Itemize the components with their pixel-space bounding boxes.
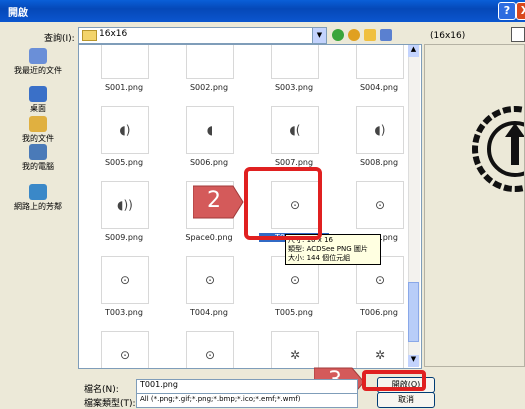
file-thumbnail[interactable] (186, 45, 234, 79)
file-thumbnail[interactable]: ◖( (271, 106, 319, 154)
tooltip-size: 大小: 144 個位元組 (288, 254, 351, 262)
file-thumbnail[interactable] (101, 45, 149, 79)
preview-image (472, 106, 525, 192)
file-thumbnail[interactable] (356, 45, 404, 79)
place-label: 網路上的芳鄰 (14, 202, 62, 211)
filetype-select[interactable]: All (*.png;*.gif;*.png;*.bmp;*.ico;*.emf… (136, 393, 358, 408)
file-name: S001.png (104, 83, 144, 92)
place-label: 我最近的文件 (14, 66, 62, 75)
window-title: 開啟 (8, 8, 28, 19)
filename-input[interactable]: T001.png (136, 379, 358, 394)
title-bar (0, 0, 525, 22)
filetype-label: 檔案類型(T): (84, 399, 136, 409)
lookin-dropdown[interactable]: 16x16 ▼ (78, 27, 327, 44)
tooltip-type: 類型: ACDSee PNG 圖片 (288, 245, 368, 253)
file-name: S007.png (274, 158, 314, 167)
place-item[interactable]: 我的文件 (2, 116, 74, 144)
file-thumbnail[interactable]: ⊙ (101, 331, 149, 368)
place-icon (29, 86, 47, 102)
filetype-value: All (*.png;*.gif;*.png;*.bmp;*.ico;*.emf… (140, 395, 301, 403)
file-name: T004.png (190, 308, 228, 317)
up-folder-icon[interactable] (348, 29, 360, 41)
back-icon[interactable] (332, 29, 344, 41)
file-name: S002.png (189, 83, 229, 92)
place-label: 我的電腦 (22, 162, 54, 171)
file-thumbnail[interactable]: ✲ (271, 331, 319, 368)
file-name: Space0.png (185, 233, 233, 242)
place-item[interactable]: 桌面 (2, 86, 74, 114)
places-bar: 我最近的文件 桌面我的文件我的電腦網路上的芳鄰 (2, 44, 74, 369)
help-button[interactable]: ? (498, 2, 516, 20)
place-icon (29, 116, 47, 132)
file-name: S006.png (189, 158, 229, 167)
file-thumbnail[interactable]: ◖) (101, 106, 149, 154)
file-thumbnail[interactable]: ⊙ (186, 256, 234, 304)
step2-callout: 2 (207, 188, 221, 213)
open-button-highlight (362, 370, 426, 391)
file-thumbnail[interactable]: ⊙ (356, 181, 404, 229)
lookin-value: 16x16 (99, 29, 128, 39)
place-item[interactable]: 網路上的芳鄰 (2, 184, 74, 212)
place-item[interactable]: 我最近的文件 (2, 48, 74, 76)
scroll-down-icon[interactable]: ▼ (408, 355, 419, 367)
file-thumbnail[interactable]: ◖) (356, 106, 404, 154)
file-thumbnail[interactable]: ◖ (186, 106, 234, 154)
file-name: T005.png (275, 308, 313, 317)
file-thumbnail[interactable]: ◖)) (101, 181, 149, 229)
preview-toggle-icon[interactable] (511, 27, 525, 42)
folder-icon (82, 30, 97, 41)
place-label: 桌面 (30, 104, 46, 113)
view-menu-icon[interactable] (380, 29, 392, 41)
filename-value: T001.png (140, 380, 178, 389)
scroll-up-icon[interactable]: ▲ (408, 45, 419, 57)
close-button[interactable]: X (516, 2, 525, 20)
file-thumbnail[interactable] (271, 45, 319, 79)
place-item[interactable]: 我的電腦 (2, 144, 74, 172)
place-icon (29, 184, 47, 200)
preview-panel (424, 44, 525, 367)
file-thumbnail[interactable]: ⊙ (186, 331, 234, 368)
chevron-down-icon[interactable]: ▼ (312, 28, 326, 43)
file-thumbnail[interactable]: ✲ (356, 331, 404, 368)
filename-label: 檔名(N): (84, 385, 119, 395)
preview-size-label: (16x16) (430, 31, 466, 41)
scroll-thumb[interactable] (408, 282, 419, 342)
file-name: S005.png (104, 158, 144, 167)
file-name: T006.png (360, 308, 398, 317)
place-icon (29, 48, 47, 64)
new-folder-icon[interactable] (364, 29, 376, 41)
cancel-button[interactable]: 取消 (377, 392, 435, 408)
file-name: T003.png (105, 308, 143, 317)
selection-highlight (244, 167, 322, 240)
file-name: S003.png (274, 83, 314, 92)
lookin-label: 查詢(I): (44, 34, 75, 44)
file-name: S004.png (359, 83, 399, 92)
file-name: S009.png (104, 233, 144, 242)
file-name: S008.png (359, 158, 399, 167)
file-thumbnail[interactable]: ⊙ (101, 256, 149, 304)
place-icon (29, 144, 47, 160)
place-label: 我的文件 (22, 134, 54, 143)
